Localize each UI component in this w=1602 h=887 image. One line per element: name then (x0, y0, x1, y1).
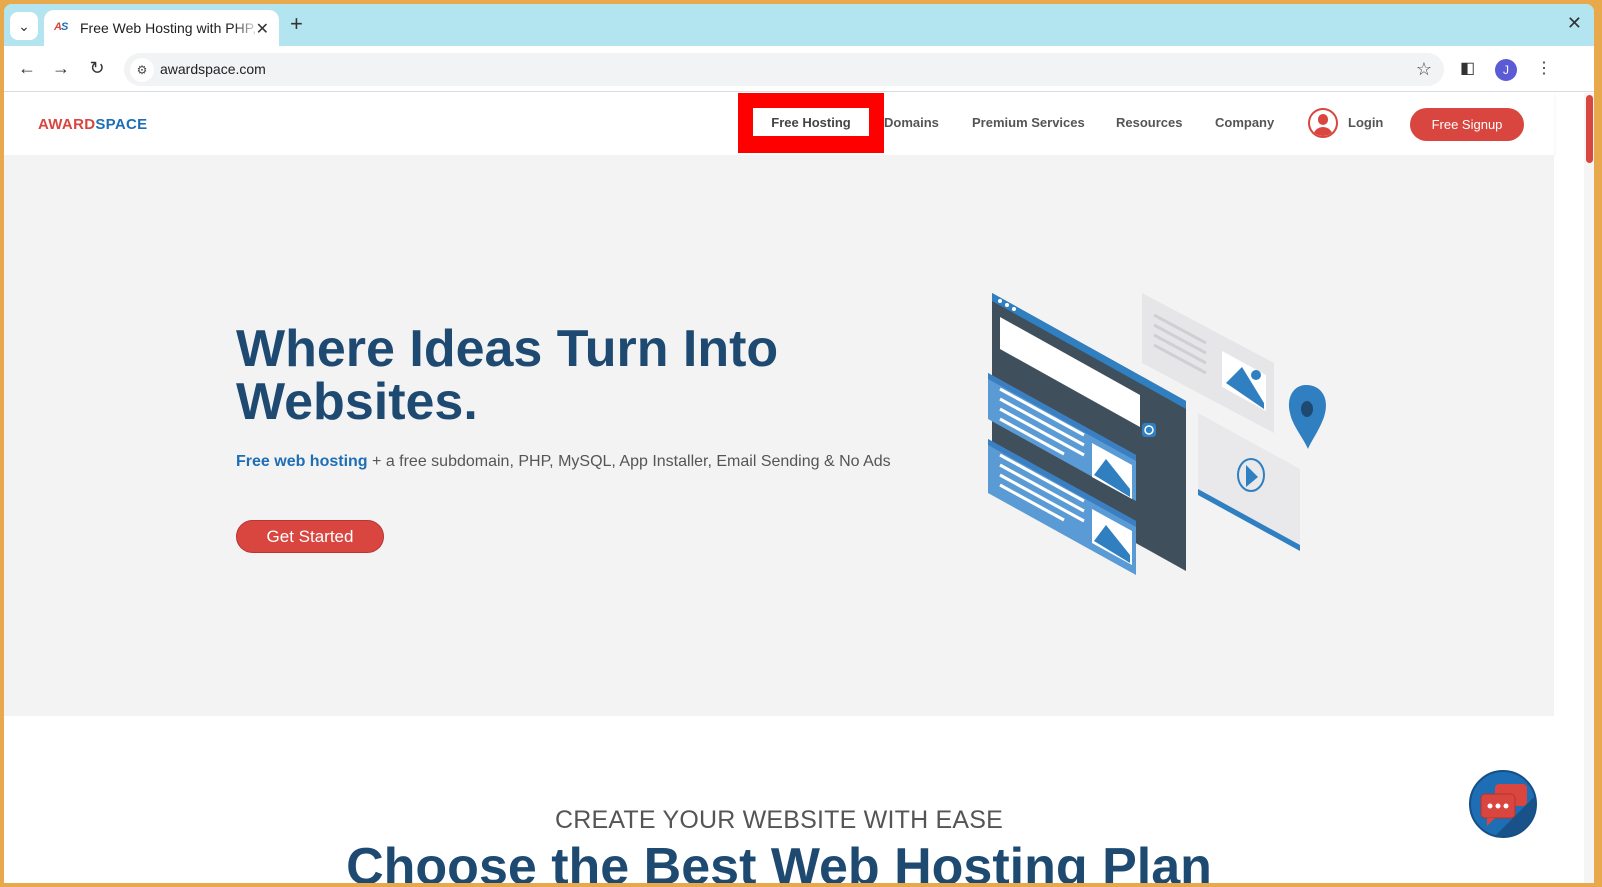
user-icon[interactable] (1308, 108, 1338, 138)
site-favicon-icon: AS (54, 21, 68, 33)
tab-close-icon[interactable]: ✕ (256, 19, 269, 39)
free-web-hosting-link[interactable]: Free web hosting (236, 453, 368, 470)
nav-free-hosting[interactable]: Free Hosting (753, 108, 869, 136)
page-scrollbar[interactable] (1584, 93, 1594, 883)
side-panel-icon[interactable]: ◧ (1460, 58, 1475, 78)
login-link[interactable]: Login (1348, 115, 1383, 130)
get-started-button[interactable]: Get Started (236, 520, 384, 553)
section-title: Choose the Best Web Hosting Plan (346, 838, 1212, 883)
profile-avatar[interactable]: J (1495, 59, 1517, 81)
tab-search-button[interactable]: ⌄ (10, 12, 38, 40)
tab-strip: ⌄ AS Free Web Hosting with PHP, MySQL ✕ … (4, 4, 1594, 46)
website-builder-illustration (988, 293, 1326, 575)
hero-section: Where Ideas Turn Into Websites. Free web… (4, 155, 1554, 716)
nav-domains[interactable]: Domains (884, 115, 939, 130)
bookmark-star-icon[interactable]: ☆ (1416, 59, 1432, 80)
reload-icon[interactable]: ↻ (86, 58, 108, 79)
nav-premium-services[interactable]: Premium Services (972, 115, 1085, 130)
tab-active[interactable]: AS Free Web Hosting with PHP, MySQL ✕ (44, 10, 279, 46)
nav-resources[interactable]: Resources (1116, 115, 1182, 130)
back-arrow-icon[interactable]: ← (16, 58, 38, 79)
scrollbar-thumb[interactable] (1586, 95, 1593, 163)
window-close-icon[interactable]: ✕ (1567, 13, 1582, 34)
site-settings-icon[interactable]: ⚙ (130, 58, 154, 82)
chat-widget-button[interactable] (1469, 770, 1537, 838)
new-tab-icon[interactable]: + (290, 13, 303, 35)
site-logo[interactable]: AWARDSPACE (38, 116, 147, 133)
free-signup-button[interactable]: Free Signup (1410, 108, 1524, 141)
tab-title: Free Web Hosting with PHP, MySQL (80, 20, 260, 36)
section-eyebrow: CREATE YOUR WEBSITE WITH EASE (555, 806, 1003, 834)
browser-window: ⌄ AS Free Web Hosting with PHP, MySQL ✕ … (4, 4, 1594, 883)
hero-title: Where Ideas Turn Into Websites. (236, 320, 779, 431)
url-text[interactable]: awardspace.com (160, 61, 266, 77)
forward-arrow-icon[interactable]: → (50, 58, 72, 79)
nav-company[interactable]: Company (1215, 115, 1274, 130)
web-page: AWARDSPACE Free Hosting Domains Premium … (4, 93, 1594, 883)
site-header: AWARDSPACE Free Hosting Domains Premium … (4, 93, 1554, 155)
address-bar[interactable]: ⚙ awardspace.com ☆ (124, 53, 1444, 86)
browser-toolbar: ← → ↻ ⚙ awardspace.com ☆ ◧ J ⋮ (4, 46, 1594, 92)
chevron-down-icon: ⌄ (18, 17, 30, 34)
hero-subtitle: Free web hosting + a free subdomain, PHP… (236, 453, 891, 470)
menu-kebab-icon[interactable]: ⋮ (1536, 58, 1552, 78)
